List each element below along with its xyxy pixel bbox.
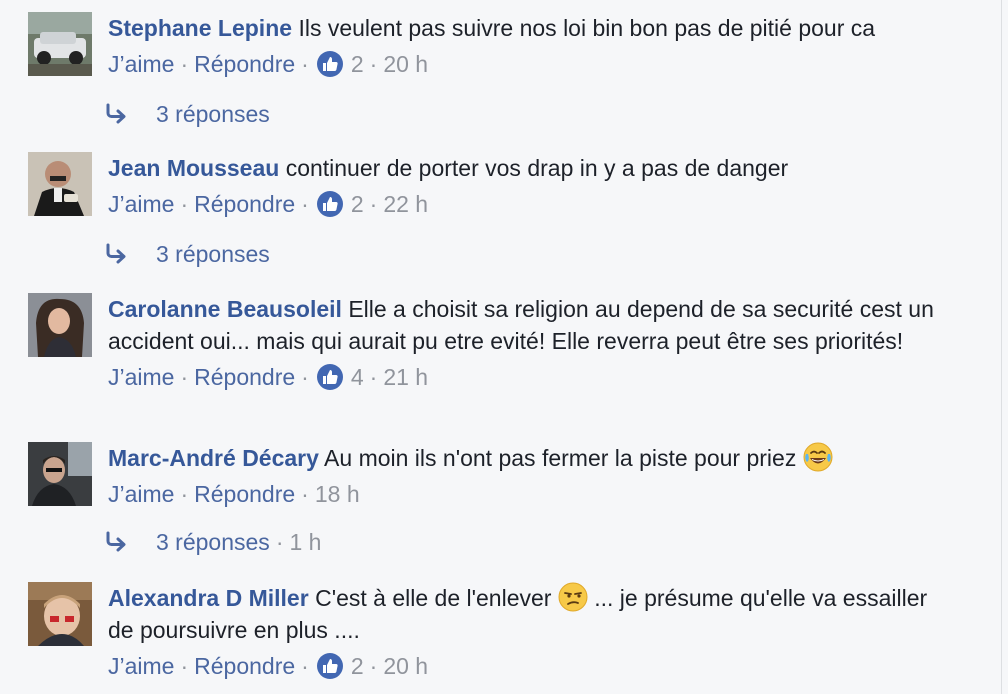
like-button[interactable]: J’aime (108, 361, 174, 393)
separator-dot: · (180, 364, 189, 390)
author-name[interactable]: Jean Mousseau (108, 155, 279, 181)
comment-message: continuer de porter vos drap in y a pas … (285, 155, 789, 181)
reply-arrow-icon (106, 243, 126, 264)
thumbs-up-icon[interactable] (316, 653, 343, 679)
separator-dot: · (275, 529, 284, 555)
comment-body: Carolanne Beausoleil Elle a choisit sa r… (108, 293, 958, 393)
comment-actions: J’aime · Répondre · 4 · 21 h (108, 361, 958, 393)
comment-message: Au moin ils n'ont pas fermer la piste po… (324, 445, 797, 471)
comment-timestamp[interactable]: 21 h (383, 361, 428, 393)
separator-dot: · (180, 191, 189, 217)
comment-timestamp[interactable]: 18 h (315, 478, 360, 510)
separator-dot: · (180, 481, 189, 507)
thumbs-up-icon[interactable] (316, 51, 343, 77)
thumbs-up-icon[interactable] (316, 191, 343, 217)
comment-actions: J’aime · Répondre · 2 · 22 h (108, 188, 958, 220)
comment-body: Stephane Lepine Ils veulent pas suivre n… (108, 12, 958, 80)
author-name[interactable]: Carolanne Beausoleil (108, 296, 342, 322)
comment-text: Alexandra D Miller C'est à elle de l'enl… (108, 582, 958, 646)
comment-message: Ils veulent pas suivre nos loi bin bon p… (298, 15, 876, 41)
comment-text: Jean Mousseau continuer de porter vos dr… (108, 152, 958, 184)
comments-panel: Stephane Lepine Ils veulent pas suivre n… (0, 0, 1002, 694)
comment-body: Marc-André Décary Au moin ils n'ont pas … (108, 442, 958, 510)
tears-of-joy-icon (803, 442, 833, 472)
comment-text: Stephane Lepine Ils veulent pas suivre n… (108, 12, 958, 44)
separator-dot: · (301, 51, 309, 77)
separator-dot: · (301, 481, 309, 507)
like-button[interactable]: J’aime (108, 478, 174, 510)
reaction-count[interactable]: 2 (351, 48, 364, 80)
author-name[interactable]: Alexandra D Miller (108, 585, 309, 611)
reply-button[interactable]: Répondre (194, 650, 295, 682)
comment-body: Jean Mousseau continuer de porter vos dr… (108, 152, 958, 220)
comment-text: Carolanne Beausoleil Elle a choisit sa r… (108, 293, 958, 357)
reply-arrow-icon (106, 531, 126, 552)
comment-timestamp[interactable]: 20 h (383, 650, 428, 682)
view-replies-link[interactable]: 3 réponses · 1 h (104, 526, 321, 558)
reply-button[interactable]: Répondre (194, 48, 295, 80)
view-replies-link[interactable]: 3 réponses (104, 98, 270, 130)
separator-dot: · (180, 653, 189, 679)
reaction-count[interactable]: 2 (351, 650, 364, 682)
comment-text: Marc-André Décary Au moin ils n'ont pas … (108, 442, 958, 474)
author-name[interactable]: Marc-André Décary (108, 445, 319, 471)
avatar[interactable] (28, 293, 92, 357)
thumbs-up-icon[interactable] (316, 364, 343, 390)
separator-dot: · (369, 364, 378, 390)
comment-timestamp[interactable]: 22 h (383, 188, 428, 220)
avatar[interactable] (28, 152, 92, 216)
like-button[interactable]: J’aime (108, 188, 174, 220)
separator-dot: · (369, 51, 378, 77)
comment-message: C'est à elle de l'enlever (315, 585, 552, 611)
avatar[interactable] (28, 12, 92, 76)
comment-body: Alexandra D Miller C'est à elle de l'enl… (108, 582, 958, 682)
comment-timestamp[interactable]: 20 h (383, 48, 428, 80)
reply-button[interactable]: Répondre (194, 478, 295, 510)
comment-actions: J’aime · Répondre · 2 · 20 h (108, 650, 958, 682)
reply-arrow-icon (106, 103, 126, 124)
separator-dot: · (180, 51, 189, 77)
replies-count-label[interactable]: 3 réponses (156, 238, 270, 270)
reaction-count[interactable]: 4 (351, 361, 364, 393)
unamused-face-icon (558, 582, 588, 612)
author-name[interactable]: Stephane Lepine (108, 15, 292, 41)
separator-dot: · (369, 191, 378, 217)
reaction-count[interactable]: 2 (351, 188, 364, 220)
separator-dot: · (369, 653, 378, 679)
separator-dot: · (301, 364, 309, 390)
avatar[interactable] (28, 582, 92, 646)
separator-dot: · (301, 653, 309, 679)
replies-timestamp[interactable]: 1 h (289, 526, 321, 558)
like-button[interactable]: J’aime (108, 650, 174, 682)
replies-count-label[interactable]: 3 réponses (156, 526, 270, 558)
view-replies-link[interactable]: 3 réponses (104, 238, 270, 270)
like-button[interactable]: J’aime (108, 48, 174, 80)
comment-actions: J’aime · Répondre · 2 · 20 h (108, 48, 958, 80)
avatar[interactable] (28, 442, 92, 506)
replies-count-label[interactable]: 3 réponses (156, 98, 270, 130)
reply-button[interactable]: Répondre (194, 361, 295, 393)
reply-button[interactable]: Répondre (194, 188, 295, 220)
separator-dot: · (301, 191, 309, 217)
comment-actions: J’aime · Répondre · 18 h (108, 478, 958, 510)
